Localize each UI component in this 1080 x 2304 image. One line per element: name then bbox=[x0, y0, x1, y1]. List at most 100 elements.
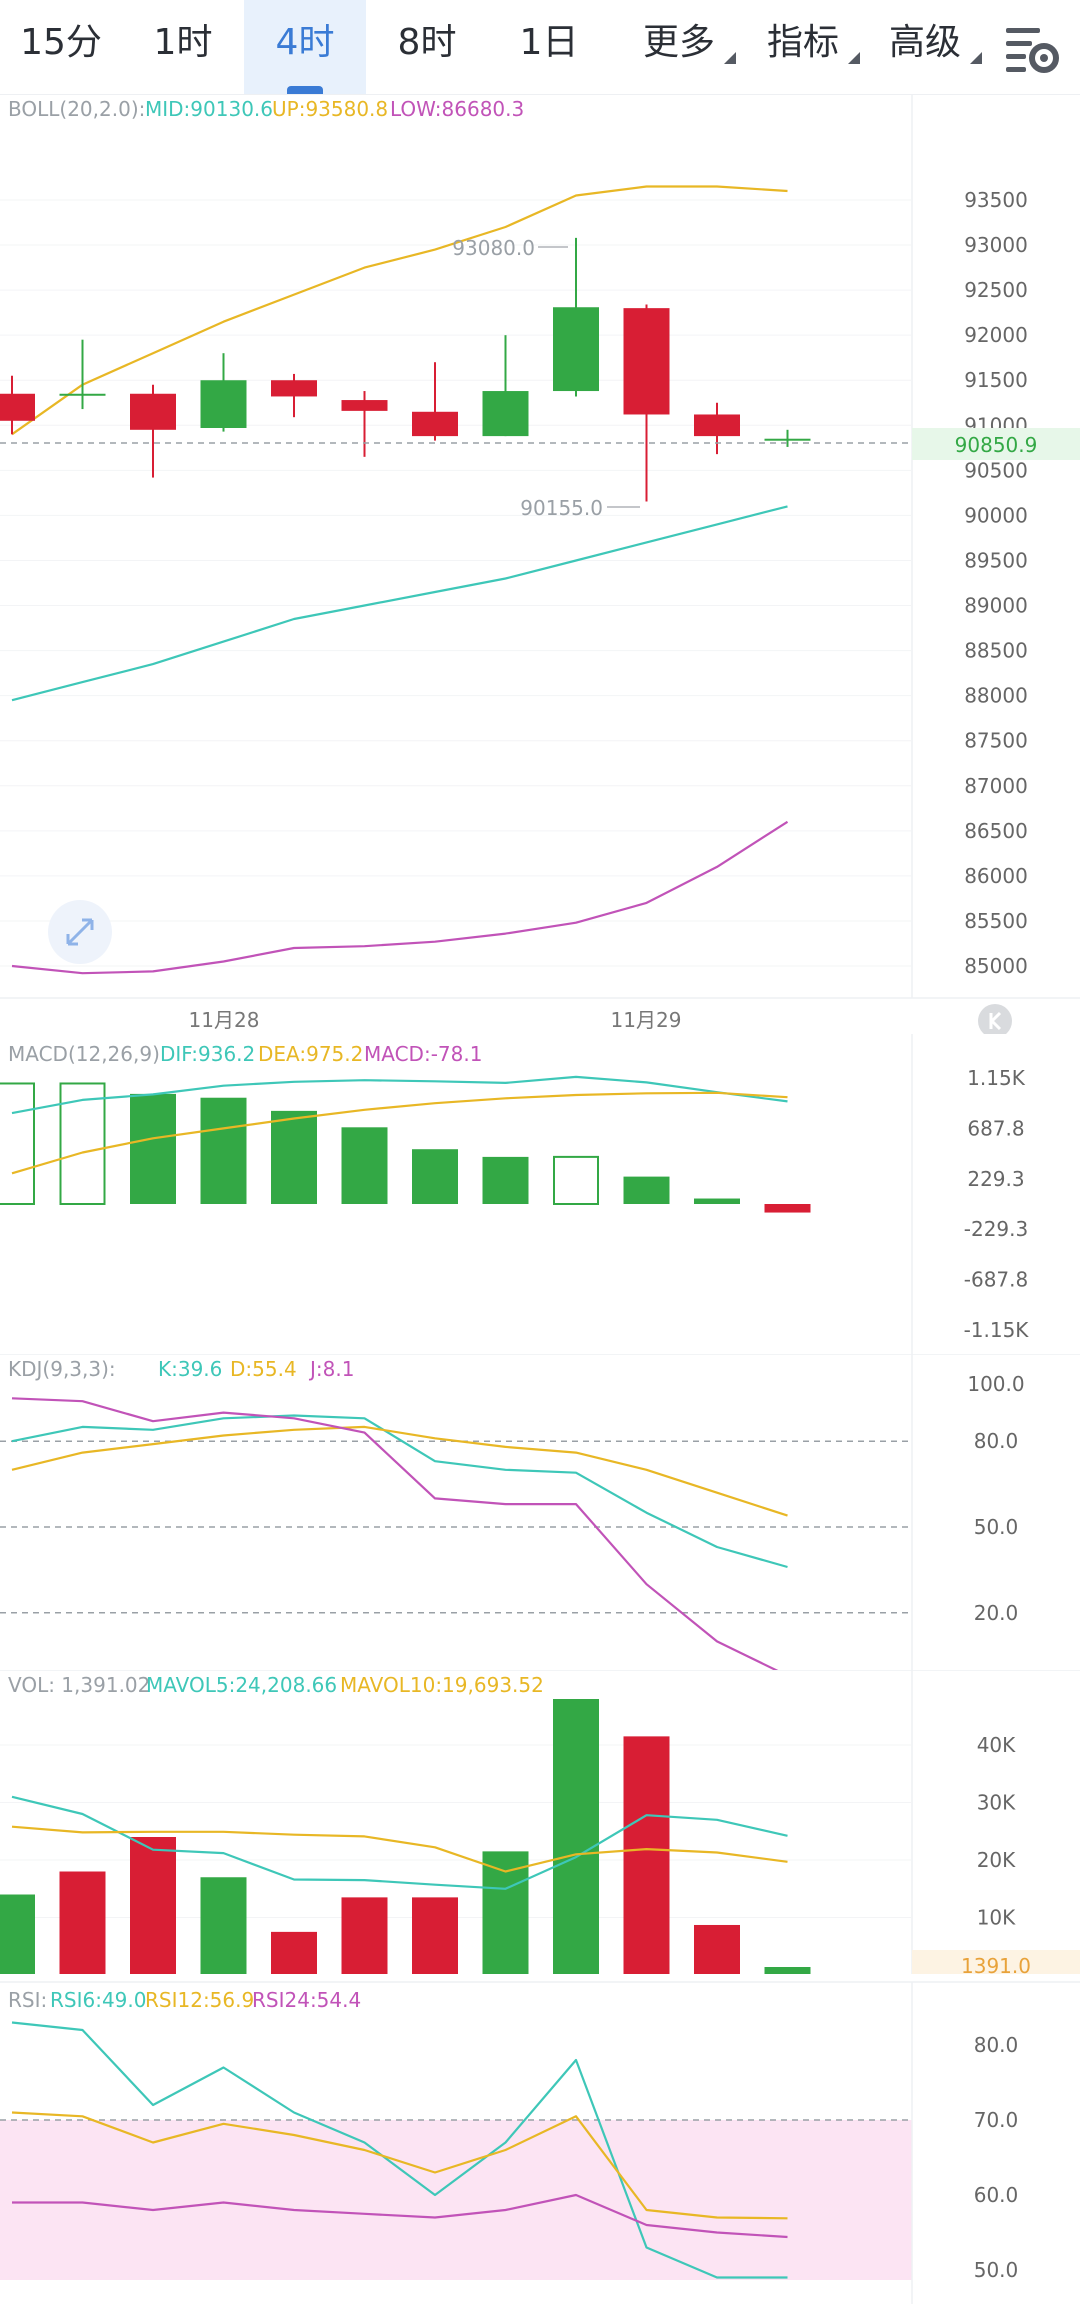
candle-body bbox=[0, 393, 35, 421]
volume-bar bbox=[271, 1931, 317, 1974]
volume-bar bbox=[59, 1871, 106, 1974]
macd-histogram-bar bbox=[694, 1198, 740, 1204]
y-axis-tick-label: 60.0 bbox=[974, 2183, 1019, 2207]
candle-body bbox=[412, 411, 458, 437]
volume-chart[interactable]: VOL: 1,391.02 MAVOL5:24,208.66 MAVOL10:1… bbox=[0, 1670, 1080, 1974]
current-price-label: 90850.9 bbox=[955, 433, 1038, 457]
y-axis-tick-label: 89000 bbox=[964, 594, 1028, 618]
kdj-k-value: K:39.6 bbox=[158, 1357, 222, 1381]
x-axis-date-label: 11月28 bbox=[189, 1008, 260, 1032]
kdj-chart[interactable]: KDJ(9,3,3): K:39.6 D:55.4 J:8.1 100.0 80.… bbox=[0, 1354, 1080, 1670]
active-tab-indicator bbox=[287, 86, 323, 94]
y-axis-tick-label: 687.8 bbox=[967, 1117, 1024, 1141]
dropdown-arrow-icon bbox=[970, 52, 982, 64]
y-axis-tick-label: 92000 bbox=[964, 323, 1028, 347]
y-axis-tick-label: 93500 bbox=[964, 188, 1028, 212]
volume-bar bbox=[200, 1877, 247, 1974]
macd-dif-value: DIF:936.2 bbox=[160, 1042, 255, 1066]
y-axis-tick-label: 90500 bbox=[964, 458, 1028, 482]
tab-8h[interactable]: 8时 bbox=[366, 0, 488, 94]
y-axis-tick-label: 20K bbox=[977, 1848, 1016, 1872]
kdj-d-value: D:55.4 bbox=[230, 1357, 297, 1381]
vol-legend-name: VOL: 1,391.02 bbox=[8, 1673, 150, 1697]
y-axis-tick-label: 50.0 bbox=[974, 1515, 1019, 1539]
macd-histogram-bar bbox=[130, 1093, 176, 1204]
macd-histogram-bar bbox=[59, 1082, 106, 1206]
boll-candlestick-chart[interactable]: BOLL(20,2.0): MID:90130.6 UP:93580.8 LOW… bbox=[0, 94, 1080, 1034]
volume-bar bbox=[623, 1736, 670, 1974]
vol-ma10-value: MAVOL10:19,693.52 bbox=[340, 1673, 544, 1697]
rsi-chart[interactable]: RSI: RSI6:49.0 RSI12:56.9 RSI24:54.4 80.… bbox=[0, 1974, 1080, 2304]
candle-body bbox=[553, 307, 599, 392]
y-axis-tick-label: -1.15K bbox=[964, 1318, 1030, 1342]
macd-chart[interactable]: MACD(12,26,9) DIF:936.2 DEA:975.2 MACD:-… bbox=[0, 1034, 1080, 1354]
candle-body bbox=[341, 400, 388, 411]
candle-body bbox=[200, 380, 247, 428]
current-volume-label: 1391.0 bbox=[961, 1954, 1031, 1974]
macd-histogram-bar bbox=[0, 1082, 35, 1206]
y-axis-tick-label: 86000 bbox=[964, 864, 1028, 888]
tab-15m[interactable]: 15分 bbox=[0, 0, 122, 94]
more-dropdown[interactable]: 更多 bbox=[618, 0, 740, 94]
macd-histogram-bar bbox=[623, 1176, 670, 1204]
advanced-dropdown[interactable]: 高级 bbox=[864, 0, 986, 94]
chart-settings-icon[interactable] bbox=[1000, 18, 1060, 78]
candle-body bbox=[623, 308, 670, 415]
boll-upper-band-line bbox=[11, 185, 788, 436]
scroll-to-latest-button[interactable] bbox=[978, 1004, 1012, 1034]
candle-body bbox=[764, 438, 811, 441]
y-axis-tick-label: -687.8 bbox=[964, 1267, 1028, 1291]
low-price-marker: 90155.0 bbox=[520, 496, 603, 520]
candle-body bbox=[694, 414, 740, 437]
y-axis-tick-label: 10K bbox=[977, 1906, 1016, 1930]
y-axis-tick-label: 90000 bbox=[964, 503, 1028, 527]
expand-chart-button[interactable] bbox=[48, 900, 112, 964]
rsi24-value: RSI24:54.4 bbox=[252, 1988, 361, 2012]
y-axis-tick-label: 1.15K bbox=[967, 1066, 1026, 1090]
y-axis-tick-label: 30K bbox=[977, 1791, 1016, 1815]
y-axis-tick-label: 100.0 bbox=[967, 1372, 1024, 1396]
candle-body bbox=[130, 393, 176, 430]
y-axis-tick-label: 85500 bbox=[964, 909, 1028, 933]
boll-low-value: LOW:86680.3 bbox=[390, 97, 524, 121]
volume-bar bbox=[764, 1967, 811, 1974]
vol-ma5-value: MAVOL5:24,208.66 bbox=[146, 1673, 337, 1697]
boll-lower-band-line bbox=[11, 820, 789, 975]
tab-1d[interactable]: 1日 bbox=[488, 0, 610, 94]
y-axis-tick-label: 80.0 bbox=[974, 1429, 1019, 1453]
macd-histogram-bar bbox=[271, 1110, 317, 1204]
x-axis-date-label: 11月29 bbox=[611, 1008, 682, 1032]
boll-mid-value: MID:90130.6 bbox=[145, 97, 273, 121]
macd-legend-name: MACD(12,26,9) bbox=[8, 1042, 160, 1066]
timeframe-tab-bar: 15分 1时 4时 8时 1日 更多 指标 高级 bbox=[0, 0, 1080, 95]
macd-histogram-value: MACD:-78.1 bbox=[364, 1042, 482, 1066]
macd-dea-line bbox=[11, 1091, 788, 1175]
candle-body bbox=[482, 391, 529, 437]
y-axis-tick-label: 91500 bbox=[964, 368, 1028, 392]
tab-1h[interactable]: 1时 bbox=[122, 0, 244, 94]
volume-bar bbox=[482, 1851, 529, 1974]
macd-histogram-bar bbox=[482, 1156, 529, 1204]
kdj-j-value: J:8.1 bbox=[308, 1357, 354, 1381]
volume-bar bbox=[694, 1924, 740, 1974]
volume-bar bbox=[553, 1699, 599, 1974]
rsi6-value: RSI6:49.0 bbox=[50, 1988, 146, 2012]
volume-bar bbox=[130, 1837, 176, 1974]
macd-dea-value: DEA:975.2 bbox=[258, 1042, 363, 1066]
y-axis-tick-label: 88000 bbox=[964, 684, 1028, 708]
candle-body bbox=[271, 380, 317, 397]
y-axis-tick-label: 89500 bbox=[964, 548, 1028, 572]
macd-histogram-bar bbox=[412, 1149, 458, 1204]
macd-histogram-bar bbox=[764, 1204, 811, 1213]
boll-mid-line bbox=[11, 505, 788, 702]
indicators-dropdown[interactable]: 指标 bbox=[742, 0, 864, 94]
volume-bar bbox=[0, 1894, 35, 1974]
y-axis-tick-label: 50.0 bbox=[974, 2258, 1019, 2282]
dropdown-arrow-icon bbox=[724, 52, 736, 64]
y-axis-tick-label: 93000 bbox=[964, 233, 1028, 257]
tab-4h[interactable]: 4时 bbox=[244, 0, 366, 94]
volume-bar bbox=[341, 1897, 388, 1974]
rsi-overbought-band bbox=[0, 2120, 912, 2280]
macd-histogram-bar bbox=[341, 1127, 388, 1204]
vol-ma10-line bbox=[11, 1825, 788, 1873]
